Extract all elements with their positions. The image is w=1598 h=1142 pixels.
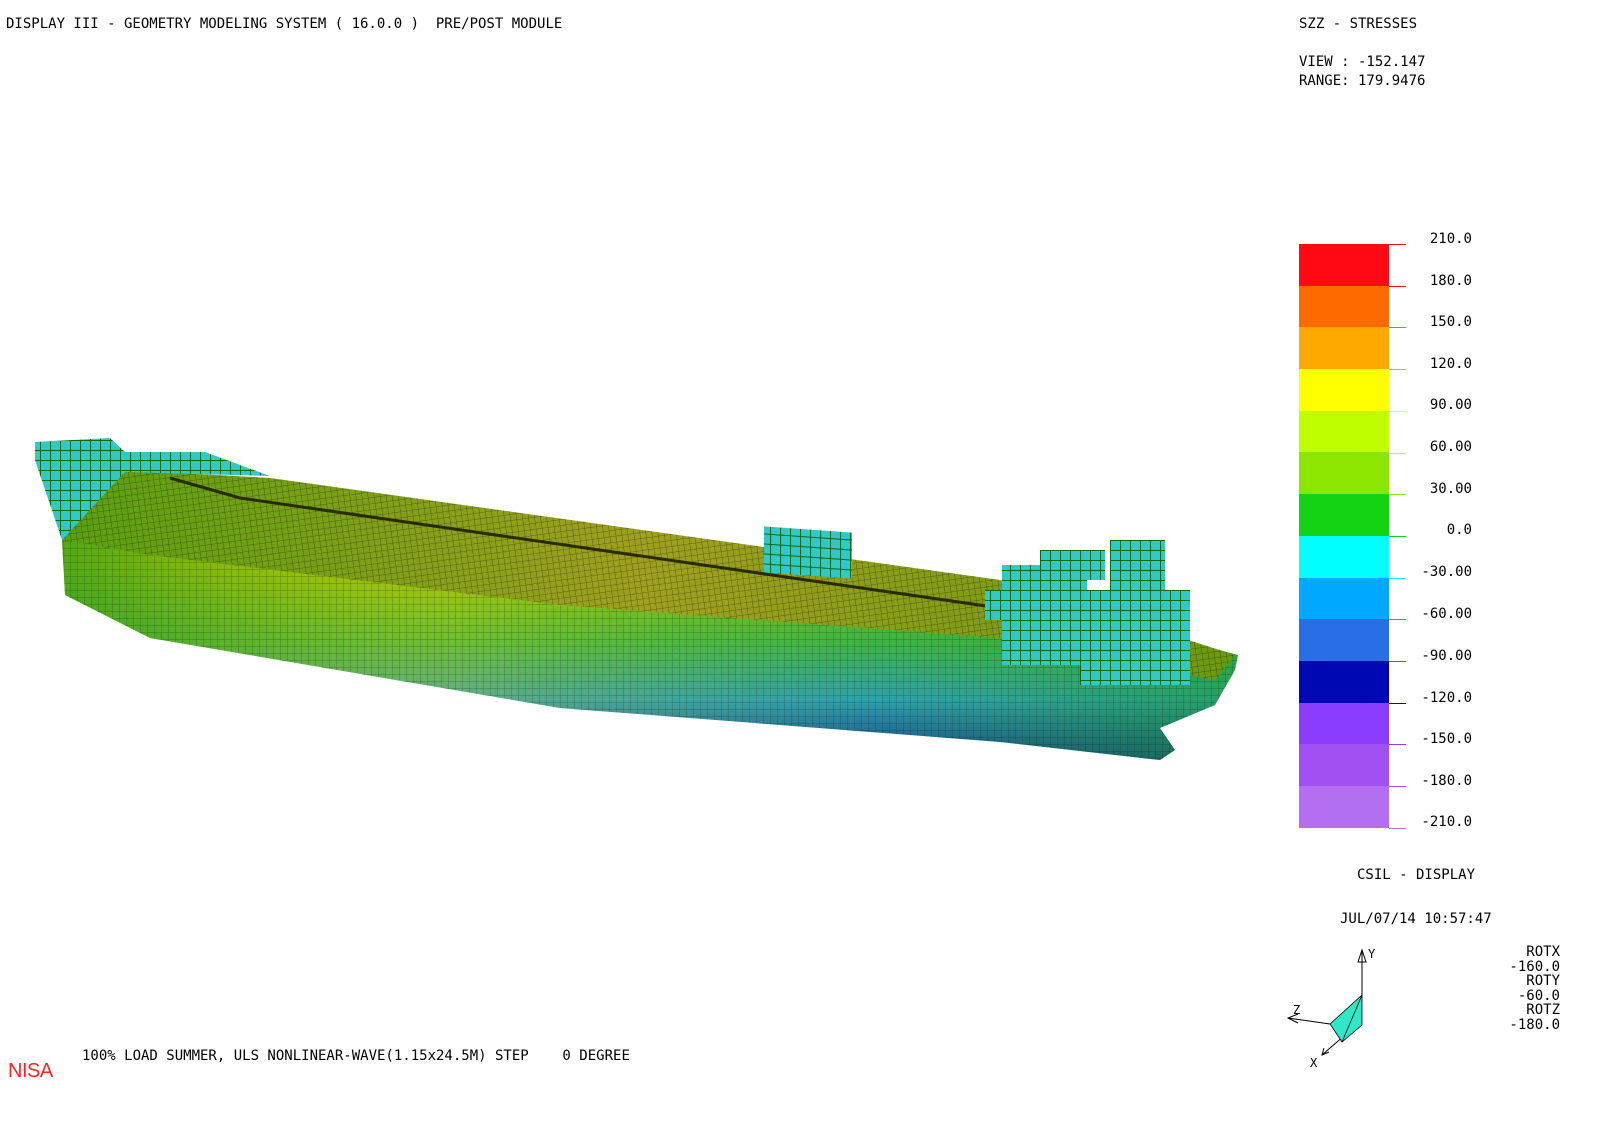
legend-label: 120.0 [1429,356,1472,372]
legend-tick [1389,577,1406,579]
legend-label: -30.00 [1421,564,1472,580]
app-title: DISPLAY III - GEOMETRY MODELING SYSTEM (… [6,16,563,32]
roty-value: -60.0 [1517,987,1560,1004]
legend-label: 30.00 [1429,481,1472,497]
legend-label: 0.0 [1446,522,1472,538]
legend-tick [1389,369,1406,371]
legend-tick [1389,744,1406,746]
legend-label: -120.0 [1421,690,1472,706]
legend-tick [1389,827,1406,829]
legend-label: 210.0 [1429,231,1472,247]
roty-label: ROTY [1526,973,1560,990]
legend-label: -210.0 [1421,814,1472,830]
legend-band [1299,785,1389,828]
legend-band [1299,535,1389,578]
rotation-readout: ROTX -160.0 ROTY -60.0 ROTZ -180.0 [1498,945,1560,1033]
legend-band [1299,452,1389,495]
legend-tick [1389,244,1406,245]
legend-label: -60.00 [1421,606,1472,622]
timestamp: JUL/07/14 10:57:47 [1340,911,1492,927]
axis-triad: Y Z X [1286,947,1376,1070]
legend-tick [1389,619,1406,621]
legend-label: 150.0 [1429,314,1472,330]
legend-label: -90.00 [1421,648,1472,664]
legend-band [1299,369,1389,411]
legend-label: 180.0 [1429,273,1472,289]
legend-tick [1389,452,1406,454]
legend-band [1299,494,1389,536]
legend-label: 90.00 [1429,397,1472,413]
aft-superstructure [985,540,1190,685]
legend-tick [1389,786,1406,788]
legend-band [1299,619,1389,661]
legend-label: 60.00 [1429,439,1472,455]
legend-band [1299,744,1389,786]
legend-tick [1389,661,1406,662]
legend-band [1299,327,1389,370]
legend-label: -180.0 [1421,773,1472,789]
legend-band [1299,410,1389,453]
rotz-label: ROTZ [1526,1002,1560,1019]
stress-color-legend [1299,244,1389,828]
midship-deckhouse [764,526,852,579]
triad-x-label: X [1310,1056,1318,1070]
legend-tick [1389,327,1406,329]
legend-tick [1389,410,1406,412]
rotx-label: ROTX [1526,944,1560,960]
legend-band [1299,660,1389,703]
legend-band [1299,285,1389,328]
legend-label: -150.0 [1421,731,1472,747]
legend-band [1299,244,1389,286]
legend-band [1299,577,1389,620]
view-angle-readout: VIEW : -152.147 [1299,54,1426,70]
legend-tick [1389,494,1406,496]
legend-band [1299,702,1389,745]
triad-y-label: Y [1368,947,1376,961]
result-title: SZZ - STRESSES [1299,16,1418,32]
csil-display-label: CSIL - DISPLAY [1357,867,1476,883]
legend-tick [1389,285,1406,287]
ship-model-viewport[interactable] [0,380,1260,800]
legend-tick [1389,702,1406,704]
legend-tick [1389,535,1406,537]
range-readout: RANGE: 179.9476 [1299,73,1426,89]
load-case-caption: 100% LOAD SUMMER, ULS NONLINEAR-WAVE(1.1… [82,1048,630,1064]
triad-z-label: Z [1293,1003,1300,1017]
rotx-value: -160.0 [1509,958,1560,975]
rotz-value: -180.0 [1509,1016,1560,1033]
nisa-logo: NISA [8,1060,53,1082]
